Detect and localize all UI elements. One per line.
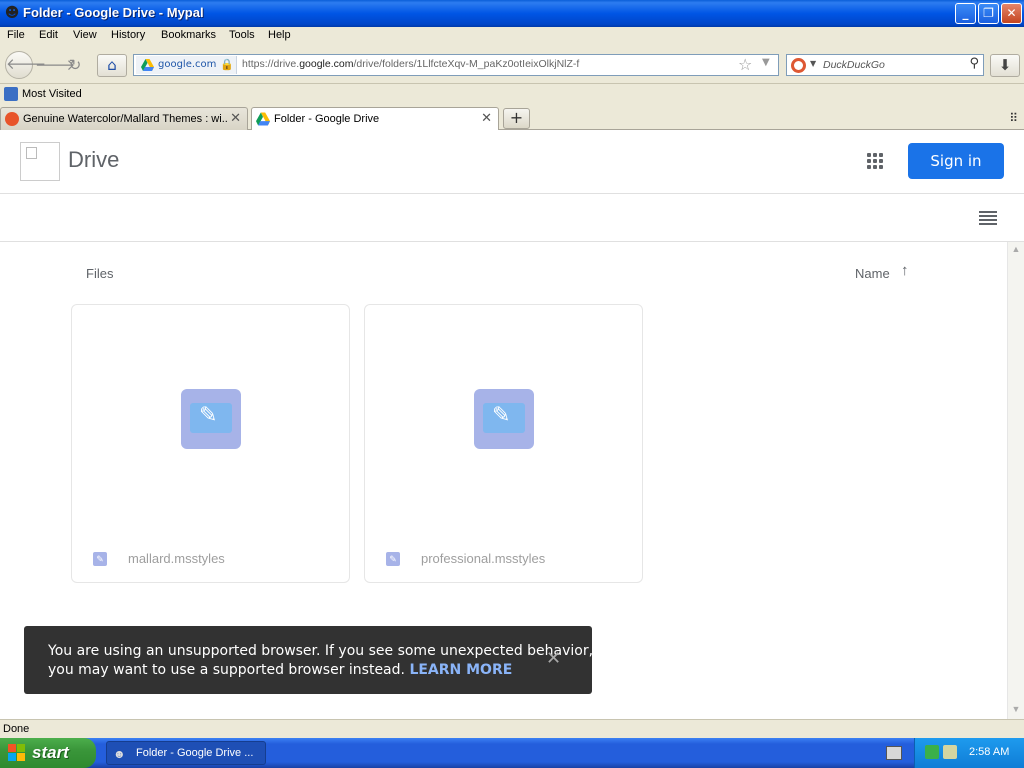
close-tab-icon[interactable]: ✕ bbox=[481, 111, 492, 126]
reload-icon[interactable]: ↻ bbox=[65, 56, 85, 76]
menu-edit[interactable]: Edit bbox=[39, 29, 58, 41]
mypal-app-icon: ☻ bbox=[113, 747, 126, 761]
most-visited-folder-icon bbox=[4, 87, 18, 101]
list-view-icon[interactable] bbox=[979, 211, 997, 225]
menu-file[interactable]: File bbox=[7, 29, 25, 41]
file-card[interactable]: ✎ ✎ professional.msstyles bbox=[364, 304, 643, 583]
duckduckgo-icon[interactable] bbox=[791, 58, 806, 73]
close-toast-icon[interactable]: ✕ bbox=[546, 648, 561, 669]
pencil-icon: ✎ bbox=[492, 402, 511, 427]
file-name: professional.msstyles bbox=[421, 551, 546, 566]
taskbar: start ☻ Folder - Google Drive ... 2:58 A… bbox=[0, 738, 1024, 768]
bookmark-star-icon[interactable]: ☆ bbox=[738, 55, 752, 74]
file-type-icon: ✎ bbox=[93, 552, 107, 566]
toast-message-line1: You are using an unsupported browser. If… bbox=[48, 643, 594, 659]
file-thumbnail-icon: ✎ bbox=[181, 389, 241, 449]
search-placeholder: DuckDuckGo bbox=[823, 59, 885, 71]
clock[interactable]: 2:58 AM bbox=[969, 746, 1009, 758]
drive-title[interactable]: Drive bbox=[68, 147, 119, 173]
google-drive-favicon-icon bbox=[256, 112, 270, 126]
minimize-button[interactable]: _ bbox=[955, 3, 976, 24]
tab-label: Genuine Watercolor/Mallard Themes : wi..… bbox=[23, 113, 227, 125]
close-window-button[interactable]: ✕ bbox=[1001, 3, 1022, 24]
page-content: Drive Sign in Files Name ↑ ✎ ✎ mallard.m… bbox=[0, 130, 1024, 719]
maximize-button[interactable]: ❐ bbox=[978, 3, 999, 24]
taskbar-item-label: Folder - Google Drive ... bbox=[136, 747, 254, 759]
back-arrow-icon[interactable]: 🡐 bbox=[5, 51, 46, 79]
file-thumbnail-icon: ✎ bbox=[474, 389, 534, 449]
broken-image-icon bbox=[26, 147, 37, 159]
menu-bar: File Edit View History Bookmarks Tools H… bbox=[0, 27, 1024, 46]
most-visited-bookmark[interactable]: Most Visited bbox=[22, 88, 82, 100]
lock-icon[interactable]: 🔒 bbox=[220, 58, 234, 71]
menu-view[interactable]: View bbox=[73, 29, 97, 41]
start-button[interactable]: start bbox=[0, 738, 96, 768]
google-apps-icon[interactable] bbox=[864, 150, 886, 172]
network-tray-icon[interactable] bbox=[925, 745, 939, 759]
scroll-down-icon[interactable]: ▼ bbox=[1010, 704, 1022, 717]
reddit-favicon-icon bbox=[5, 112, 19, 126]
window-title: Folder - Google Drive - Mypal bbox=[23, 5, 204, 20]
sort-by-name[interactable]: Name bbox=[855, 266, 890, 281]
search-bar[interactable]: ▼ DuckDuckGo ⚲ bbox=[786, 54, 984, 76]
start-label: start bbox=[32, 743, 69, 762]
scroll-up-icon[interactable]: ▲ bbox=[1010, 244, 1022, 257]
menu-tools[interactable]: Tools bbox=[229, 29, 255, 41]
learn-more-link[interactable]: LEARN MORE bbox=[409, 662, 512, 678]
unsupported-browser-toast: You are using an unsupported browser. If… bbox=[24, 626, 594, 694]
tab-google-drive[interactable]: Folder - Google Drive ✕ bbox=[251, 107, 499, 130]
tab-watercolor-themes[interactable]: Genuine Watercolor/Mallard Themes : wi..… bbox=[0, 107, 248, 130]
menu-history[interactable]: History bbox=[111, 29, 145, 41]
google-drive-favicon-icon bbox=[141, 59, 154, 71]
pencil-icon: ✎ bbox=[199, 402, 218, 427]
close-tab-icon[interactable]: ✕ bbox=[230, 111, 241, 126]
search-engine-dropdown-icon[interactable]: ▼ bbox=[810, 59, 816, 68]
tab-label: Folder - Google Drive bbox=[274, 113, 380, 125]
home-icon[interactable]: ⌂ bbox=[97, 54, 127, 77]
url-text[interactable]: https://drive.google.com/drive/folders/1… bbox=[242, 58, 579, 70]
status-text: Done bbox=[3, 723, 30, 735]
address-bar[interactable]: google.com 🔒 https://drive.google.com/dr… bbox=[133, 54, 779, 76]
status-bar: Done bbox=[0, 719, 1024, 738]
toast-message-line2: you may want to use a supported browser … bbox=[48, 662, 513, 678]
file-name: mallard.msstyles bbox=[128, 551, 225, 566]
menu-help[interactable]: Help bbox=[268, 29, 291, 41]
forward-arrow-icon[interactable]: 🡒 bbox=[35, 56, 75, 76]
header-divider bbox=[0, 193, 1024, 194]
taskbar-item-mypal[interactable]: ☻ Folder - Google Drive ... bbox=[106, 741, 266, 765]
navigation-toolbar: 🡐 🡒 ↻ ⌂ google.com 🔒 https://drive.googl… bbox=[0, 46, 1024, 84]
menu-bookmarks[interactable]: Bookmarks bbox=[161, 29, 216, 41]
sign-in-button[interactable]: Sign in bbox=[908, 143, 1004, 179]
new-tab-button[interactable]: + bbox=[503, 108, 530, 129]
bookmarks-toolbar: Most Visited bbox=[0, 84, 1024, 105]
downloads-icon[interactable]: ⬇ bbox=[990, 54, 1020, 77]
sort-direction-arrow-icon[interactable]: ↑ bbox=[901, 262, 909, 279]
file-card[interactable]: ✎ ✎ mallard.msstyles bbox=[71, 304, 350, 583]
files-section-label: Files bbox=[86, 266, 114, 281]
list-all-tabs-icon[interactable]: ⠿ bbox=[1009, 111, 1018, 125]
mypal-app-icon[interactable]: ☻ bbox=[4, 5, 20, 21]
file-type-icon: ✎ bbox=[386, 552, 400, 566]
search-icon[interactable]: ⚲ bbox=[969, 56, 979, 71]
toolbar-divider bbox=[0, 241, 1024, 242]
tab-strip: Genuine Watercolor/Mallard Themes : wi..… bbox=[0, 105, 1024, 130]
site-domain: google.com bbox=[158, 59, 217, 70]
drive-logo-icon[interactable] bbox=[20, 142, 60, 181]
windows-logo-icon bbox=[8, 744, 26, 762]
url-history-dropdown-icon[interactable]: ▼ bbox=[762, 57, 770, 68]
system-tray: 2:58 AM bbox=[914, 738, 1024, 768]
keyboard-language-icon[interactable] bbox=[886, 746, 902, 760]
volume-tray-icon[interactable] bbox=[943, 745, 957, 759]
window-title-bar: ☻ Folder - Google Drive - Mypal _ ❐ ✕ bbox=[0, 0, 1024, 27]
page-scrollbar[interactable]: ▲ ▼ bbox=[1007, 242, 1024, 719]
